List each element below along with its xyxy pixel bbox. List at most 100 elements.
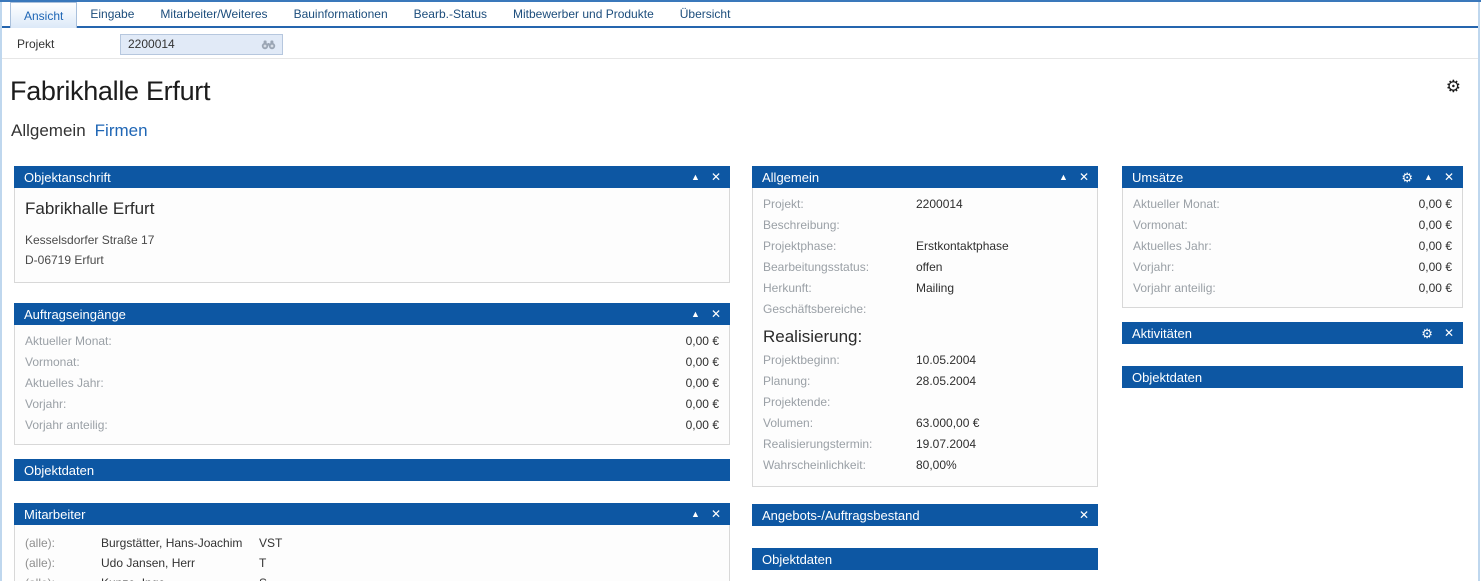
panel-auftragseingaenge-header[interactable]: Auftragseingänge ▲ ✕: [14, 303, 730, 325]
panel-allgemein-header[interactable]: Allgemein ▲ ✕: [752, 166, 1098, 188]
panel-umsaetze-header[interactable]: Umsätze ⚙ ▲ ✕: [1122, 166, 1463, 188]
row-value: Mailing: [916, 278, 954, 299]
object-street: Kesselsdorfer Straße 17: [25, 230, 719, 250]
row-label: Projektbeginn:: [763, 353, 840, 367]
staff-scope: (alle):: [25, 553, 55, 573]
tab-mitarbeiter-weiteres[interactable]: Mitarbeiter/Weiteres: [147, 2, 280, 26]
tab-ansicht[interactable]: Ansicht: [10, 2, 77, 28]
table-row: Geschäftsbereiche:: [753, 299, 1097, 320]
window-top-border: [0, 0, 1481, 2]
row-label: Aktueller Monat:: [25, 334, 112, 348]
panel-objektdaten-right: Objektdaten: [1122, 366, 1463, 388]
panel-title: Objektdaten: [24, 463, 721, 478]
table-row: Vorjahr: 0,00 €: [15, 394, 729, 415]
panel-title: Mitarbeiter: [24, 507, 680, 522]
row-value: 0,00 €: [686, 331, 719, 352]
page-settings-gear-icon[interactable]: ⚙: [1446, 78, 1461, 95]
panel-aktivitaeten-header[interactable]: Aktivitäten ⚙ ✕: [1122, 322, 1463, 344]
row-value: 28.05.2004: [916, 371, 976, 392]
project-toolbar: Projekt: [2, 30, 1478, 59]
panel-objektanschrift: Objektanschrift ▲ ✕ Fabrikhalle Erfurt K…: [14, 166, 730, 283]
row-label: Vorjahr anteilig:: [1133, 281, 1216, 295]
project-field: [120, 34, 283, 55]
panel-angebotsbestand-header[interactable]: Angebots-/Auftragsbestand ✕: [752, 504, 1098, 526]
staff-name: Burgstätter, Hans-Joachim: [101, 533, 242, 553]
table-row: Aktuelles Jahr: 0,00 €: [15, 373, 729, 394]
close-icon[interactable]: ✕: [1444, 327, 1454, 339]
mitarbeiter-body: (alle): Burgstätter, Hans-Joachim VST (a…: [14, 525, 730, 581]
panel-angebotsbestand: Angebots-/Auftragsbestand ✕: [752, 504, 1098, 526]
gear-icon[interactable]: ⚙: [1421, 327, 1433, 340]
allgemein-body: Projekt: 2200014 Beschreibung: Projektph…: [752, 188, 1098, 487]
collapse-icon[interactable]: ▲: [1424, 173, 1433, 182]
table-row: Vorjahr anteilig: 0,00 €: [15, 415, 729, 436]
close-icon[interactable]: ✕: [711, 171, 721, 183]
close-icon[interactable]: ✕: [711, 308, 721, 320]
table-row: Beschreibung:: [753, 215, 1097, 236]
panel-mitarbeiter-header[interactable]: Mitarbeiter ▲ ✕: [14, 503, 730, 525]
row-value: offen: [916, 257, 942, 278]
collapse-icon[interactable]: ▲: [691, 510, 700, 519]
close-icon[interactable]: ✕: [1079, 509, 1089, 521]
row-label: Projektende:: [763, 395, 830, 409]
subnav-allgemein[interactable]: Allgemein: [11, 121, 86, 141]
panel-aktivitaeten: Aktivitäten ⚙ ✕: [1122, 322, 1463, 344]
close-icon[interactable]: ✕: [711, 508, 721, 520]
row-label: Vormonat:: [25, 355, 80, 369]
tab-bearb-status[interactable]: Bearb.-Status: [401, 2, 500, 26]
collapse-icon[interactable]: ▲: [691, 173, 700, 182]
tab-eingabe[interactable]: Eingabe: [77, 2, 147, 26]
project-number-input[interactable]: [121, 37, 254, 51]
row-label: Wahrscheinlichkeit:: [763, 458, 866, 472]
table-row: Wahrscheinlichkeit: 80,00%: [753, 455, 1097, 476]
panel-objektdaten-left-header[interactable]: Objektdaten: [14, 459, 730, 481]
table-row: Vorjahr: 0,00 €: [1123, 257, 1462, 278]
row-value: 0,00 €: [686, 352, 719, 373]
table-row: Planung: 28.05.2004: [753, 371, 1097, 392]
row-value: 0,00 €: [1419, 257, 1452, 278]
panel-objektdaten-middle-header[interactable]: Objektdaten: [752, 548, 1098, 570]
auftragseingaenge-body: Aktueller Monat: 0,00 € Vormonat: 0,00 €…: [14, 325, 730, 445]
tab-uebersicht[interactable]: Übersicht: [667, 2, 744, 26]
panel-objektdaten-right-header[interactable]: Objektdaten: [1122, 366, 1463, 388]
row-label: Aktueller Monat:: [1133, 197, 1220, 211]
row-value: 0,00 €: [686, 373, 719, 394]
window-left-border: [0, 2, 2, 581]
row-value: 0,00 €: [1419, 278, 1452, 299]
binoculars-icon: [261, 39, 276, 50]
panel-title: Umsätze: [1132, 170, 1390, 185]
subnav-firmen-link[interactable]: Firmen: [95, 121, 148, 141]
row-value: 0,00 €: [1419, 215, 1452, 236]
row-value: 0,00 €: [1419, 194, 1452, 215]
panel-auftragseingaenge: Auftragseingänge ▲ ✕ Aktueller Monat: 0,…: [14, 303, 730, 445]
staff-name: Udo Jansen, Herr: [101, 553, 195, 573]
panel-objektdaten-left: Objektdaten: [14, 459, 730, 481]
tab-mitbewerber-produkte[interactable]: Mitbewerber und Produkte: [500, 2, 667, 26]
staff-scope: (alle):: [25, 573, 55, 581]
gear-icon[interactable]: ⚙: [1401, 171, 1413, 184]
row-label: Vormonat:: [1133, 218, 1188, 232]
project-lookup-button[interactable]: [254, 35, 282, 54]
column-right: Umsätze ⚙ ▲ ✕ Aktueller Monat: 0,00 € Vo…: [1122, 166, 1463, 408]
table-row: Vorjahr anteilig: 0,00 €: [1123, 278, 1462, 299]
collapse-icon[interactable]: ▲: [1059, 173, 1068, 182]
row-value: 0,00 €: [686, 394, 719, 415]
panel-objektanschrift-header[interactable]: Objektanschrift ▲ ✕: [14, 166, 730, 188]
staff-code: S: [259, 573, 267, 581]
close-icon[interactable]: ✕: [1079, 171, 1089, 183]
table-row: Aktuelles Jahr: 0,00 €: [1123, 236, 1462, 257]
table-row: Projektbeginn: 10.05.2004: [753, 350, 1097, 371]
row-label: Aktuelles Jahr:: [1133, 239, 1212, 253]
panel-allgemein: Allgemein ▲ ✕ Projekt: 2200014 Beschreib…: [752, 166, 1098, 487]
table-row: (alle): Burgstätter, Hans-Joachim VST: [15, 533, 729, 553]
row-value: Erstkontaktphase: [916, 236, 1009, 257]
row-label: Projekt:: [763, 197, 804, 211]
window-right-border: [1478, 2, 1480, 581]
page-title: Fabrikhalle Erfurt: [10, 76, 210, 107]
table-row: Aktueller Monat: 0,00 €: [15, 331, 729, 352]
close-icon[interactable]: ✕: [1444, 171, 1454, 183]
panel-title: Aktivitäten: [1132, 326, 1410, 341]
collapse-icon[interactable]: ▲: [691, 310, 700, 319]
tab-bauinformationen[interactable]: Bauinformationen: [281, 2, 401, 26]
realisierung-section-title: Realisierung:: [763, 327, 1097, 347]
